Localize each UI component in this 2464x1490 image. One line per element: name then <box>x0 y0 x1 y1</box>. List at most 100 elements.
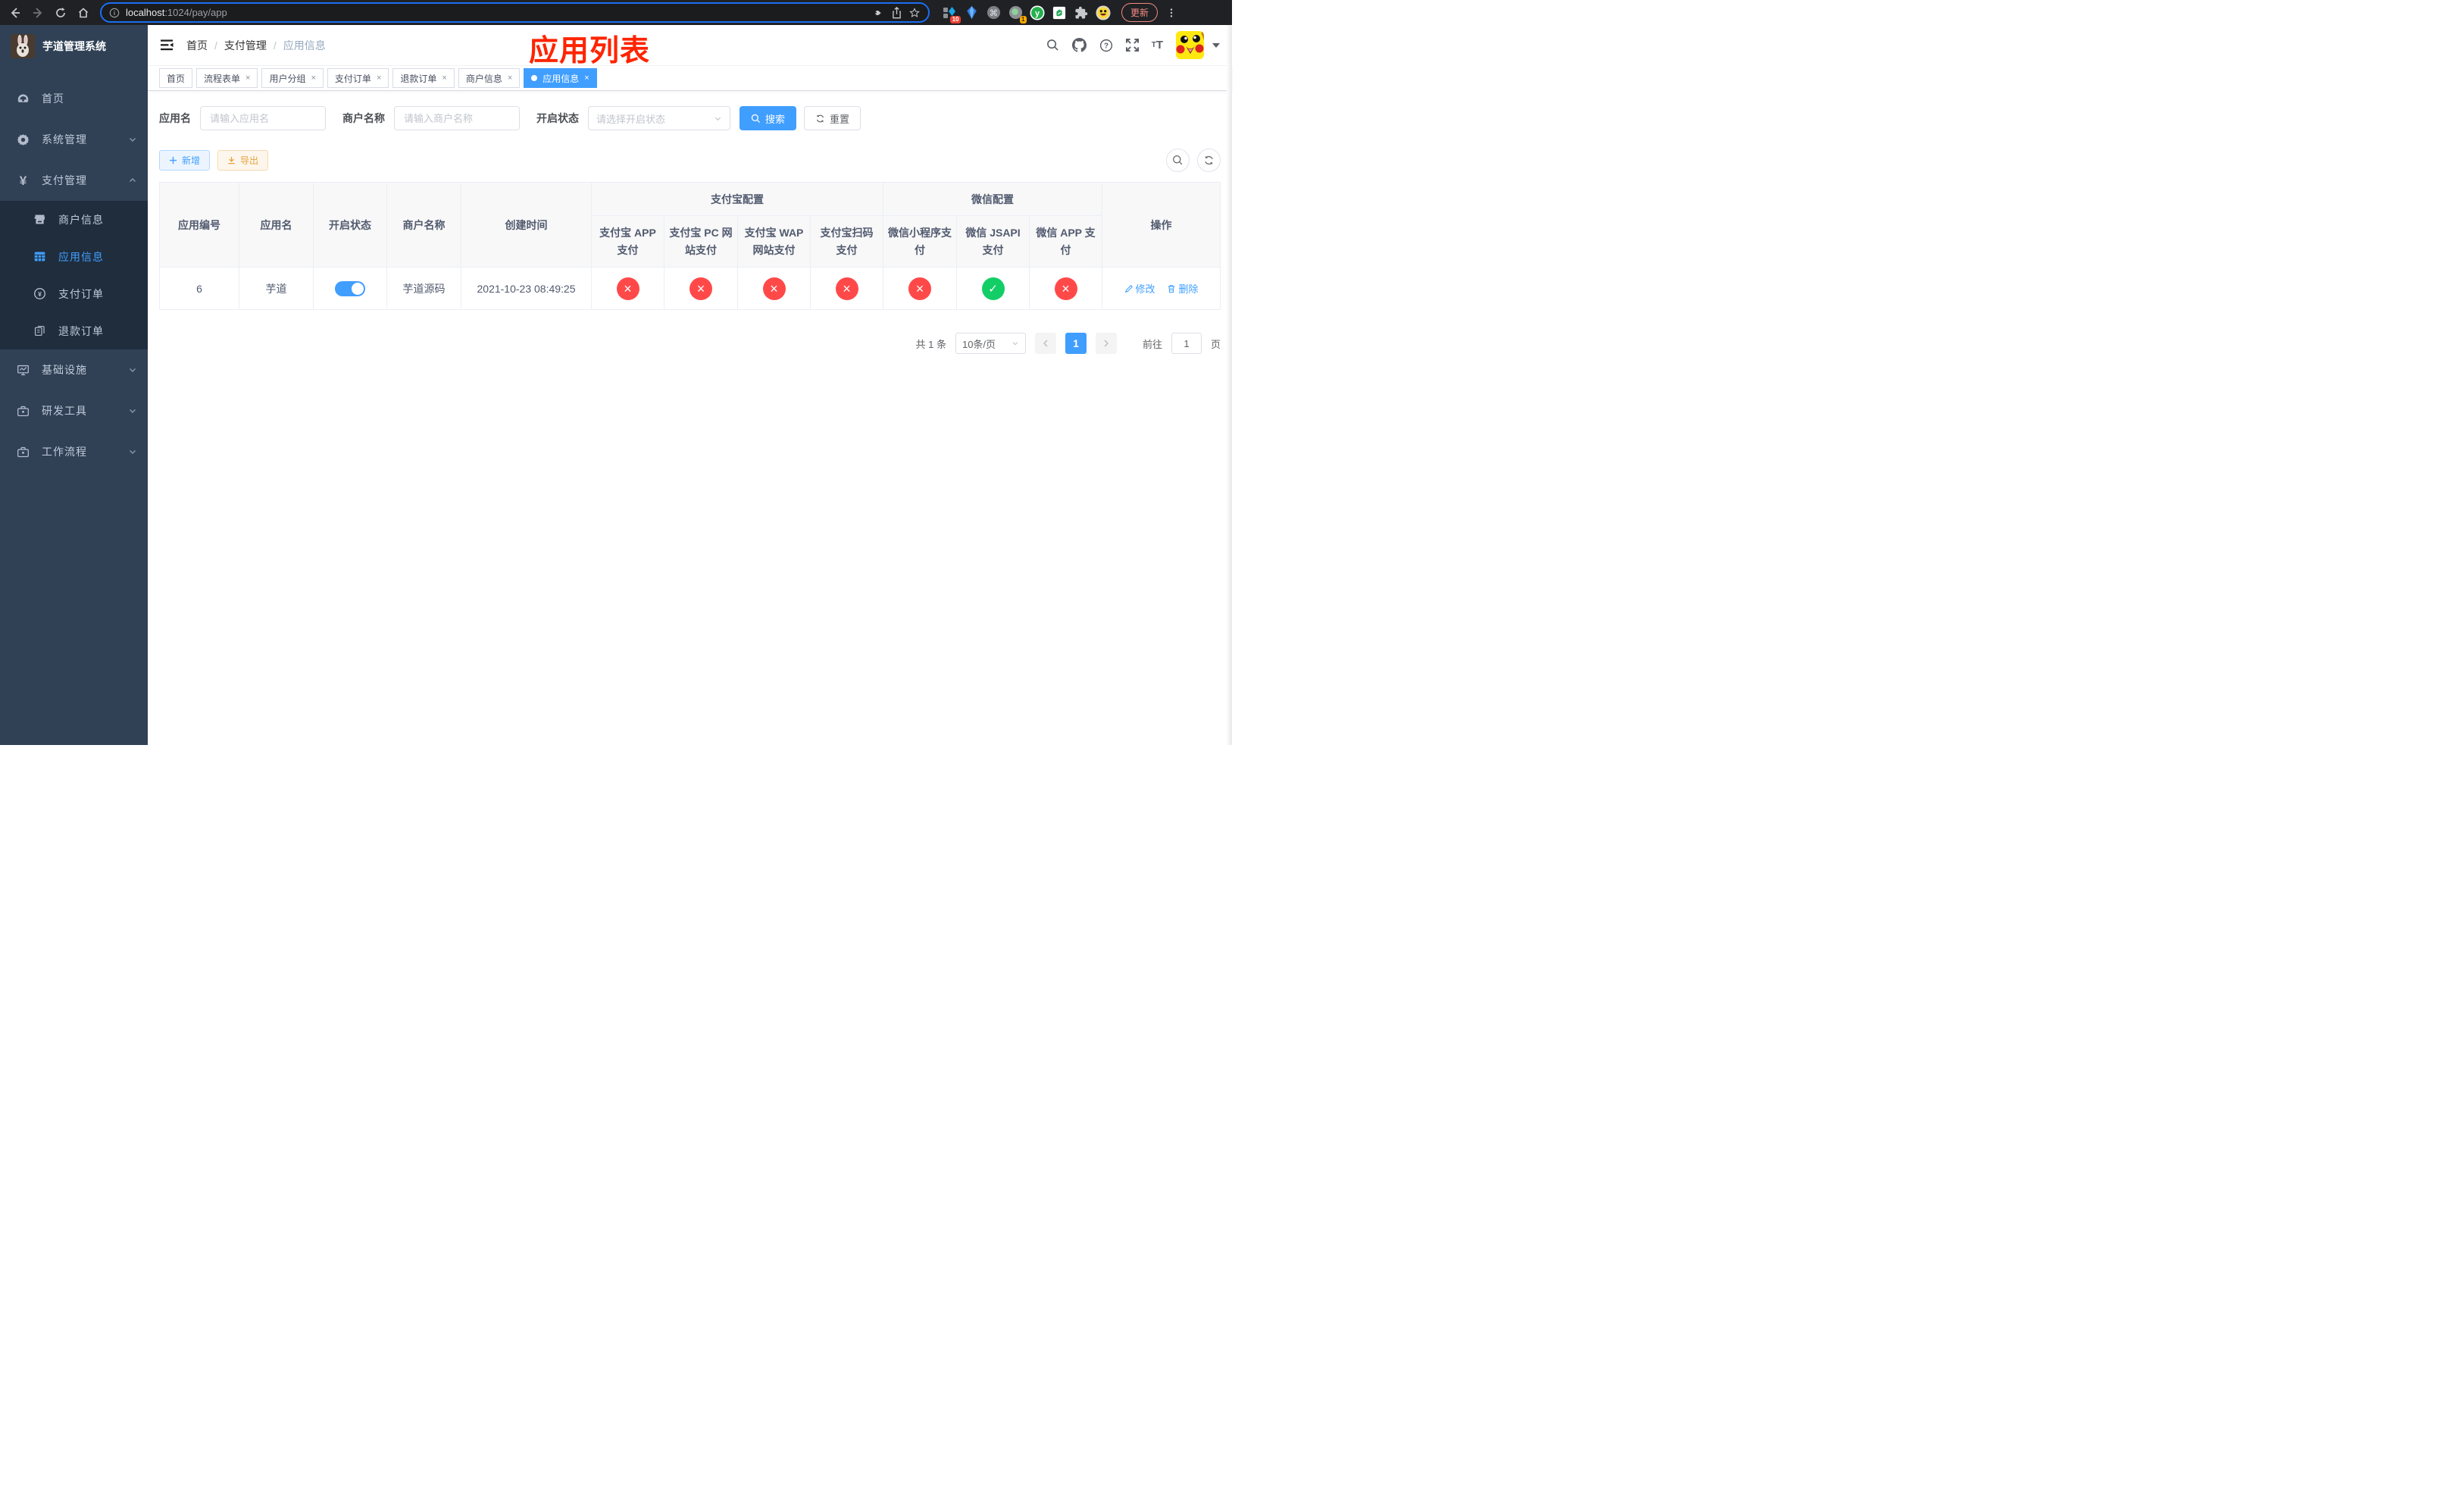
notes-extension-icon[interactable] <box>1052 5 1067 20</box>
reset-button[interactable]: 重置 <box>804 106 861 130</box>
sidebar-item-workflow[interactable]: 工作流程 <box>0 431 148 472</box>
user-avatar[interactable] <box>1176 31 1204 59</box>
sidebar-item-pay[interactable]: ¥ 支付管理 <box>0 160 148 201</box>
recorder-extension-icon[interactable]: 1 <box>1008 5 1027 23</box>
sidebar-item-refund-orders[interactable]: 退款订单 <box>0 312 148 349</box>
yen-circle-icon: ¥ <box>33 287 46 300</box>
password-key-icon[interactable] <box>873 7 885 19</box>
tag-app-info-active[interactable]: 应用信息 × <box>524 68 597 88</box>
cell-created-at: 2021-10-23 08:49:25 <box>461 267 592 310</box>
sidebar-item-infrastructure[interactable]: 基础设施 <box>0 349 148 390</box>
search-button-label: 搜索 <box>765 113 786 125</box>
extensions-row: 10 ⌘ 1 y <box>942 5 1111 23</box>
chevron-down-icon <box>128 135 137 144</box>
refresh-table-button[interactable] <box>1197 149 1221 172</box>
merchant-name-input[interactable] <box>394 106 520 130</box>
header-search-button[interactable] <box>1046 39 1059 52</box>
goto-page-input[interactable] <box>1171 333 1202 354</box>
tag-merchant-info[interactable]: 商户信息 × <box>458 68 521 88</box>
sidebar-collapse-button[interactable] <box>160 39 174 52</box>
close-icon[interactable]: × <box>442 74 446 83</box>
delete-link[interactable]: 删除 <box>1167 281 1198 296</box>
export-button[interactable]: 导出 <box>217 150 269 171</box>
status-wechat-app-icon <box>1054 277 1077 300</box>
sidebar-item-system[interactable]: 系统管理 <box>0 119 148 160</box>
app-name-input[interactable] <box>200 106 326 130</box>
sidebar-item-label: 研发工具 <box>42 405 87 417</box>
browser-reload-button[interactable] <box>52 4 70 22</box>
command-extension-icon[interactable]: ⌘ <box>986 5 1001 20</box>
y-extension-icon[interactable]: y <box>1030 5 1045 20</box>
tag-home[interactable]: 首页 <box>159 68 193 88</box>
url-bar[interactable]: localhost:1024/pay/app <box>100 2 930 23</box>
close-icon[interactable]: × <box>245 74 250 83</box>
search-form: 应用名 商户名称 开启状态 请选择开启状态 搜索 <box>159 106 1221 130</box>
dashboard-icon <box>17 92 30 105</box>
chrome-menu-button[interactable] <box>1162 4 1180 22</box>
tags-view-bar: 首页 流程表单 × 用户分组 × 支付订单 × 退款订单 × 商户信息 × 应用信息 × <box>148 66 1232 91</box>
profile-avatar-icon[interactable] <box>1096 5 1111 20</box>
chrome-update-button[interactable]: 更新 <box>1121 3 1159 22</box>
chevron-left-icon <box>1043 340 1048 347</box>
prev-page-button[interactable] <box>1034 333 1056 354</box>
help-doc-button[interactable]: ? <box>1099 39 1113 52</box>
breadcrumb-current: 应用信息 <box>283 39 326 52</box>
sidebar-item-app-info[interactable]: 应用信息 <box>0 238 148 275</box>
green-y-icon: y <box>1030 5 1045 20</box>
tag-label: 商户信息 <box>465 73 502 84</box>
pinned-extension-icon[interactable]: 10 <box>942 5 961 23</box>
search-button[interactable]: 搜索 <box>740 106 797 130</box>
page-number-1[interactable]: 1 <box>1065 333 1087 354</box>
sidebar-item-home[interactable]: 首页 <box>0 78 148 119</box>
export-button-label: 导出 <box>240 155 259 166</box>
close-icon[interactable]: × <box>584 74 589 83</box>
github-link-button[interactable] <box>1071 38 1087 52</box>
sidebar-logo[interactable]: 芋道管理系统 <box>0 25 148 67</box>
col-app-name: 应用名 <box>239 182 314 268</box>
status-select-placeholder: 请选择开启状态 <box>596 113 666 125</box>
browser-home-button[interactable] <box>74 4 92 22</box>
col-app-id: 应用编号 <box>159 182 239 268</box>
sidebar-item-dev-tools[interactable]: 研发工具 <box>0 390 148 431</box>
status-wechat-mini-icon <box>908 277 931 300</box>
breadcrumb-home[interactable]: 首页 <box>186 38 208 53</box>
status-select[interactable]: 请选择开启状态 <box>588 106 730 130</box>
close-icon[interactable]: × <box>311 74 315 83</box>
font-size-button[interactable]: TT <box>1152 39 1163 51</box>
sidebar-item-pay-orders[interactable]: ¥ 支付订单 <box>0 275 148 312</box>
tag-flow-form[interactable]: 流程表单 × <box>196 68 258 88</box>
toggle-search-button[interactable] <box>1166 149 1190 172</box>
browser-forward-button[interactable] <box>29 4 47 22</box>
tag-refund-orders[interactable]: 退款订单 × <box>392 68 455 88</box>
app-table: 应用编号 应用名 开启状态 商户名称 创建时间 支付宝配置 微信配置 操作 支付… <box>159 182 1221 310</box>
tag-label: 支付订单 <box>334 73 371 84</box>
search-icon <box>1173 155 1183 165</box>
breadcrumb-pay[interactable]: 支付管理 <box>224 38 267 53</box>
share-icon[interactable] <box>891 6 902 19</box>
sidebar-item-merchant-info[interactable]: 商户信息 <box>0 201 148 238</box>
avatar-dropdown-caret[interactable] <box>1212 42 1220 48</box>
enabled-toggle[interactable] <box>335 280 365 296</box>
url-path: :1024/pay/app <box>164 7 227 18</box>
close-icon[interactable]: × <box>508 74 512 83</box>
cell-app-id: 6 <box>159 267 239 310</box>
col-wechat-mini: 微信小程序支付 <box>883 215 957 268</box>
page-size-value: 10条/页 <box>962 338 996 350</box>
tag-user-group[interactable]: 用户分组 × <box>261 68 324 88</box>
pagination: 共 1 条 10条/页 1 前往 页 <box>159 333 1221 354</box>
extensions-puzzle-icon[interactable] <box>1074 5 1089 20</box>
edit-link[interactable]: 修改 <box>1124 281 1155 296</box>
window-scrollbar[interactable] <box>1227 25 1232 745</box>
add-button[interactable]: 新增 <box>159 150 211 171</box>
bookmark-star-icon[interactable] <box>908 7 921 19</box>
close-icon[interactable]: × <box>377 74 381 83</box>
plus-icon <box>169 156 177 164</box>
next-page-button[interactable] <box>1095 333 1117 354</box>
forward-icon <box>33 7 42 18</box>
browser-back-button[interactable] <box>6 4 24 22</box>
gem-extension-icon[interactable] <box>964 5 979 20</box>
tag-pay-orders[interactable]: 支付订单 × <box>327 68 389 88</box>
fullscreen-button[interactable] <box>1125 39 1139 52</box>
site-info-icon[interactable] <box>109 8 120 18</box>
page-size-select[interactable]: 10条/页 <box>955 333 1026 354</box>
